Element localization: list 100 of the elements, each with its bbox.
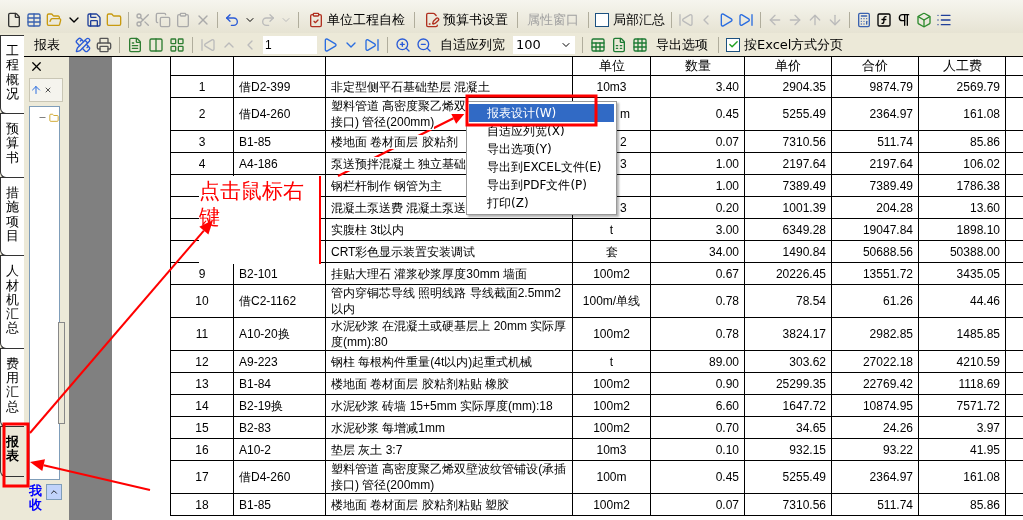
table-cell: 15: [170, 416, 234, 439]
cut-icon[interactable]: [135, 11, 151, 28]
table-cell: 22769.42: [831, 372, 919, 395]
copy-icon[interactable]: [155, 11, 171, 28]
last-page-icon[interactable]: [738, 11, 754, 28]
table-cell: 7310.56: [744, 493, 832, 516]
table-cell: 100m2: [572, 317, 651, 351]
table-cell: 1.00: [650, 174, 745, 197]
scroll-up-button[interactable]: [46, 484, 62, 500]
spreadsheet-file-icon[interactable]: [611, 36, 627, 53]
table-cell: 19047.84: [831, 218, 919, 241]
table-cell: 7310.56: [744, 130, 832, 153]
table-cell: 100m2: [572, 493, 651, 516]
four-page-icon[interactable]: [169, 36, 185, 53]
table-cell: 12: [170, 350, 234, 373]
side-tab[interactable]: 预算书: [0, 113, 24, 179]
page-field[interactable]: 1: [263, 35, 317, 54]
table-cell: B1-85: [233, 130, 326, 153]
table-cell: 44.46: [918, 284, 1006, 318]
paste-icon[interactable]: [175, 11, 191, 28]
table-cell: B1-85: [233, 493, 326, 516]
table-cell: 18: [170, 493, 234, 516]
table-cell: 4210.59: [918, 350, 1006, 373]
scrollbar-thumb[interactable]: [58, 322, 65, 424]
spreadsheet-icon[interactable]: [590, 36, 606, 53]
table-cell: 1786.38: [918, 174, 1006, 197]
column-header: 合价: [831, 57, 919, 76]
zoom-in-icon[interactable]: [395, 36, 411, 53]
grid-icon[interactable]: [26, 11, 42, 28]
table-cell: 25299.35: [744, 372, 832, 395]
two-page-icon[interactable]: [148, 36, 164, 53]
table-cell: 93.22: [831, 438, 919, 461]
table-cell: 9874.79: [831, 75, 919, 98]
next-icon[interactable]: [322, 36, 338, 53]
cube-icon[interactable]: [916, 11, 932, 28]
table-grid-icon[interactable]: [632, 36, 648, 53]
close-icon[interactable]: [29, 59, 44, 74]
checkbox-label: 按Excel方式分页: [744, 35, 844, 54]
checkbox[interactable]: [726, 37, 740, 52]
table-cell: 511.74: [831, 493, 919, 516]
table-cell: 钢柱 每根构件重量(4t以内)起重式机械: [325, 350, 573, 373]
next-icon[interactable]: [718, 11, 734, 28]
clipboard-check-icon: [308, 11, 324, 28]
side-tab[interactable]: 费用汇总: [0, 347, 24, 427]
undo-icon[interactable]: [224, 11, 240, 28]
table-cell: 34.65: [744, 416, 832, 439]
table-cell: 0.45: [650, 97, 745, 131]
table-cell: 2197.64: [744, 152, 832, 175]
menu-item[interactable]: 报表设计(W): [469, 104, 614, 122]
table-cell: 34.00: [650, 240, 745, 263]
zoom-out-icon[interactable]: [416, 36, 432, 53]
table-cell: 14: [170, 394, 234, 417]
table-cell: 1: [170, 75, 234, 98]
table-cell: 13: [170, 372, 234, 395]
table-cell: 61.26: [831, 284, 919, 318]
table-cell: 2: [170, 97, 234, 131]
ruler-pencil-icon[interactable]: [75, 36, 91, 53]
table-cell: 0.45: [650, 460, 745, 494]
side-tab[interactable]: 工程概况: [0, 35, 24, 115]
table-cell: 10874.95: [831, 394, 919, 417]
page-view-icon[interactable]: [127, 36, 143, 53]
column-header: 单价: [744, 57, 832, 76]
table-cell: 85.86: [918, 130, 1006, 153]
panel-tab-label[interactable]: 我收: [29, 484, 42, 520]
table-cell: 0.07: [650, 493, 745, 516]
fit-width-button[interactable]: 自适应列宽: [437, 35, 508, 54]
side-tab[interactable]: 措施项目: [0, 177, 24, 257]
table-cell: 4: [170, 152, 234, 175]
zoom-select[interactable]: 100: [513, 35, 575, 54]
table-cell: 1001.39: [744, 196, 832, 219]
table-cell: 3824.17: [744, 317, 832, 351]
checkbox[interactable]: [595, 12, 609, 27]
side-tab[interactable]: 人材机汇总: [0, 255, 24, 349]
table-cell: 3435.05: [918, 262, 1006, 285]
last-page-icon[interactable]: [364, 36, 380, 53]
table-cell: 0.67: [650, 262, 745, 285]
column-header: 人工费: [918, 57, 1006, 76]
new-file-icon[interactable]: [6, 11, 22, 28]
table-cell: 1898.10: [918, 218, 1006, 241]
export-options-button[interactable]: 导出选项: [653, 35, 711, 54]
toolbar-button[interactable]: 预算书设置: [421, 10, 511, 29]
toolbar-button[interactable]: 单位工程自检: [305, 10, 408, 29]
table-cell: 17: [170, 460, 234, 494]
table-cell: 3.97: [918, 416, 1006, 439]
table-cell: 10m3: [572, 438, 651, 461]
table-cell: 100m: [572, 460, 651, 494]
table-cell: 24.26: [831, 416, 919, 439]
save-icon[interactable]: [86, 11, 102, 28]
function-icon[interactable]: [876, 11, 892, 28]
table-cell: 85.86: [918, 493, 1006, 516]
pilcrow-icon[interactable]: [896, 11, 912, 28]
table-cell: 0.90: [650, 372, 745, 395]
table-cell: 1.00: [650, 152, 745, 175]
table-cell: 3.40: [650, 75, 745, 98]
printer-icon[interactable]: [96, 36, 112, 53]
close-icon[interactable]: [44, 86, 52, 94]
table-cell: 7389.49: [744, 174, 832, 197]
calculator-icon[interactable]: [856, 11, 872, 28]
table-cell: 0.78: [650, 284, 745, 318]
table-cell: 1647.72: [744, 394, 832, 417]
